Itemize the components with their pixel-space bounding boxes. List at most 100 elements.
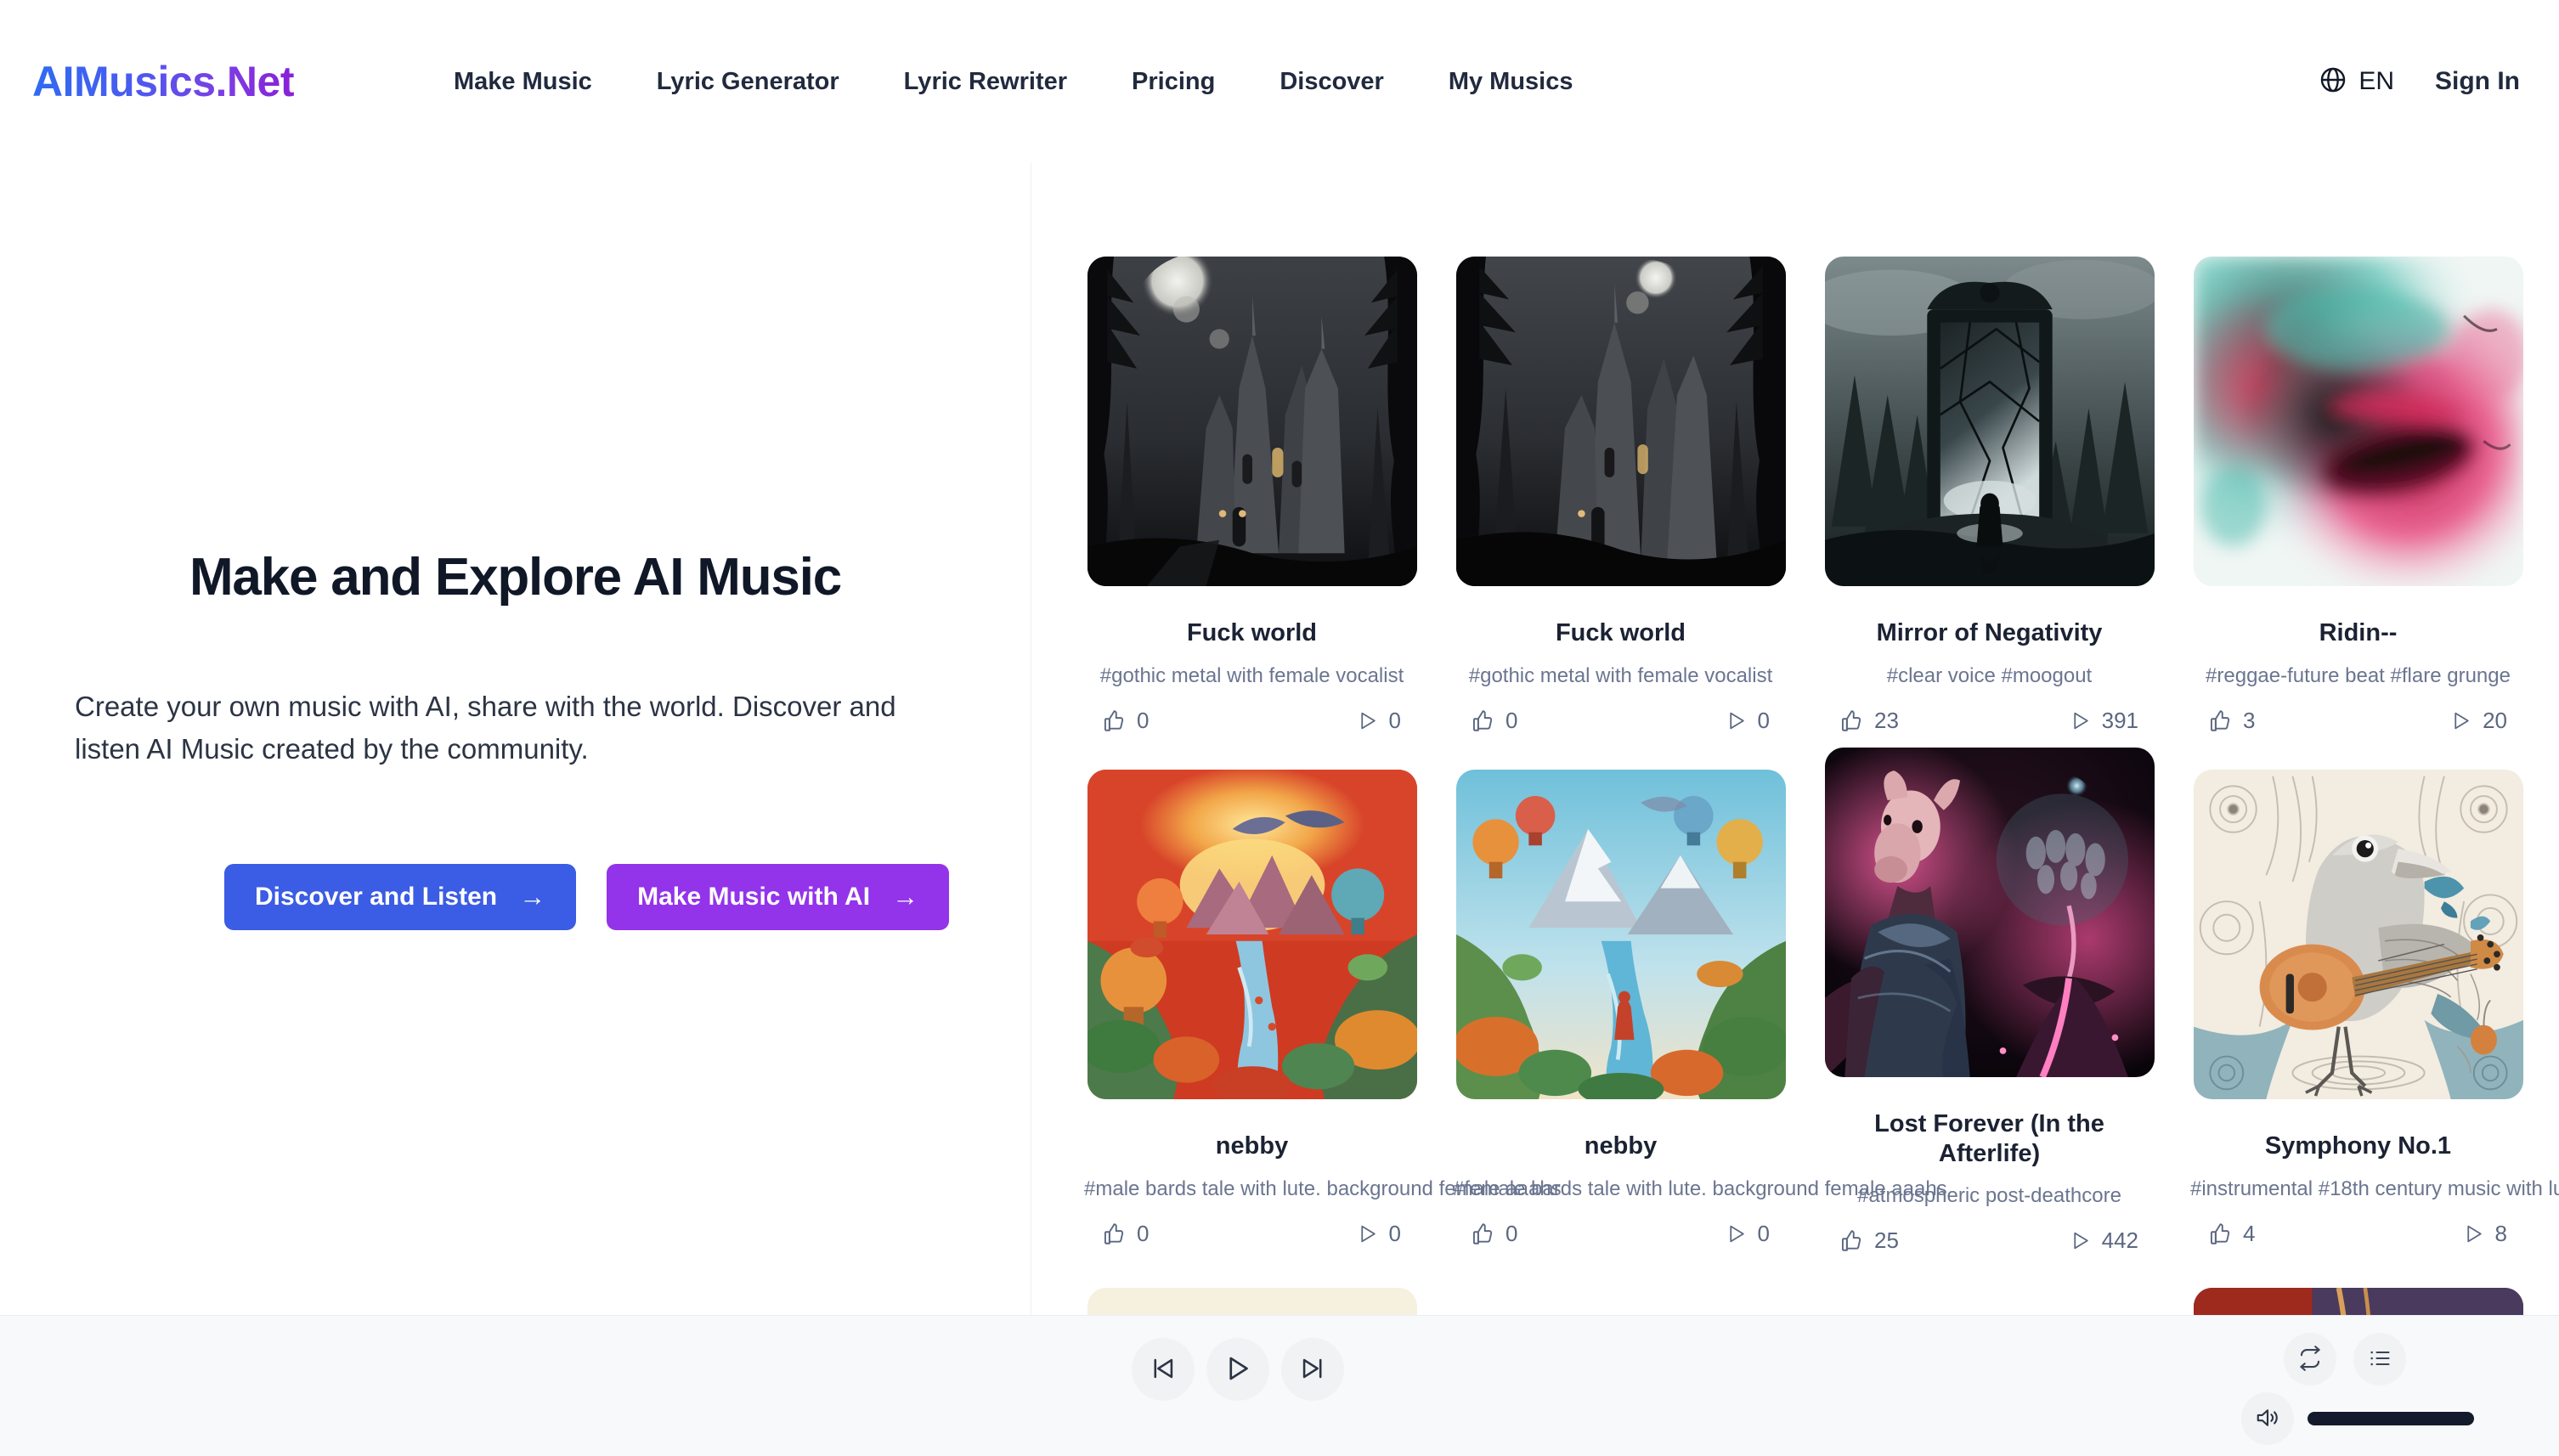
play-triangle-icon xyxy=(2070,710,2091,731)
discover-feed[interactable]: Fuck world #gothic metal with female voc… xyxy=(1031,163,2559,1315)
card-tags: #gothic metal with female vocalist xyxy=(1468,663,1773,687)
music-card[interactable]: nebby #female bards tale with lute. back… xyxy=(1438,769,1947,1255)
thumbs-up-icon xyxy=(1103,1222,1126,1245)
nav-item-lyric-rewriter[interactable]: Lyric Rewriter xyxy=(904,59,1067,104)
like-stat[interactable]: 4 xyxy=(2209,1221,2255,1247)
music-card[interactable]: Fuck world #gothic metal with female voc… xyxy=(1438,257,1804,734)
volume-slider-fill xyxy=(2308,1412,2474,1425)
play-triangle-icon xyxy=(2450,710,2471,731)
card-tags: #male bards tale with lute. background f… xyxy=(1084,1177,1562,1200)
play-stat[interactable]: 391 xyxy=(2070,708,2138,734)
music-card[interactable]: Fuck world #gothic metal with female voc… xyxy=(1069,257,1435,734)
album-art-camel-robes-pink[interactable] xyxy=(1824,747,2155,1077)
site-logo[interactable]: AIMusics.Net xyxy=(32,57,294,106)
play-stat[interactable]: 0 xyxy=(1357,708,1401,734)
play-stat[interactable]: 442 xyxy=(2070,1227,2138,1254)
album-art-partial[interactable] xyxy=(2193,1288,2523,1315)
card-stats: 23 391 xyxy=(1822,708,2157,734)
like-stat[interactable]: 0 xyxy=(1103,1221,1149,1247)
globe-icon xyxy=(2319,65,2347,99)
card-tags: #reggae-future beat #flare grunge xyxy=(2206,663,2511,687)
nav-item-discover[interactable]: Discover xyxy=(1280,59,1384,104)
like-stat[interactable]: 0 xyxy=(1103,708,1149,734)
album-art-broken-mirror-forest[interactable] xyxy=(1824,257,2155,586)
sign-in-button[interactable]: Sign In xyxy=(2435,67,2520,96)
like-count: 3 xyxy=(2243,707,2256,733)
album-art-surreal-valley-balloons[interactable] xyxy=(1087,769,1417,1099)
thumbs-up-icon xyxy=(1840,709,1863,732)
album-art-partial[interactable] xyxy=(1087,1288,1417,1315)
like-count: 23 xyxy=(1874,707,1899,733)
volume-slider[interactable] xyxy=(2308,1412,2474,1425)
music-card[interactable]: Symphony No.1 #instrumental #18th centur… xyxy=(2175,769,2559,1255)
play-count: 0 xyxy=(1757,1220,1770,1246)
next-track-button[interactable] xyxy=(1281,1338,1344,1401)
album-art-surreal-valley-mountain[interactable] xyxy=(1455,769,1786,1099)
thumbs-up-icon xyxy=(1472,709,1494,732)
site-header: AIMusics.Net Make Music Lyric Generator … xyxy=(0,0,2559,163)
album-art-gothic-castle-moon[interactable] xyxy=(1455,257,1786,586)
like-stat[interactable]: 0 xyxy=(1472,708,1517,734)
play-stat[interactable]: 8 xyxy=(2463,1221,2507,1247)
language-selector[interactable]: EN xyxy=(2319,65,2394,99)
thumbs-up-icon xyxy=(2209,1222,2232,1245)
nav-item-pricing[interactable]: Pricing xyxy=(1132,59,1215,104)
make-music-with-ai-button[interactable]: Make Music with AI → xyxy=(607,863,950,930)
previous-track-button[interactable] xyxy=(1132,1338,1195,1401)
music-card[interactable]: Mirror of Negativity #clear voice #moogo… xyxy=(1806,257,2172,734)
nav-item-make-music[interactable]: Make Music xyxy=(454,59,592,104)
music-card[interactable] xyxy=(1069,1288,1435,1315)
play-stat[interactable]: 0 xyxy=(1726,708,1770,734)
album-art-abstract-pink-teal[interactable] xyxy=(2193,257,2523,586)
music-card[interactable] xyxy=(1806,1288,2172,1315)
music-card[interactable]: Ridin-- #reggae-future beat #flare grung… xyxy=(2175,257,2541,734)
nav-item-lyric-generator[interactable]: Lyric Generator xyxy=(657,59,839,104)
card-title: Fuck world xyxy=(1555,619,1686,646)
card-title: nebby xyxy=(1215,1132,1289,1160)
play-icon xyxy=(1223,1353,1253,1386)
play-triangle-icon xyxy=(1726,1223,1747,1244)
album-art-bird-guitar-sketch[interactable] xyxy=(2193,769,2523,1099)
page-title: Make and Explore AI Music xyxy=(189,548,842,607)
music-card[interactable] xyxy=(1438,1288,1804,1315)
hero-subtitle: Create your own music with AI, share wit… xyxy=(75,690,896,765)
like-count: 0 xyxy=(1137,1220,1150,1246)
music-card[interactable]: Lost Forever (In the Afterlife) #atmosph… xyxy=(1806,747,2172,1255)
play-triangle-icon xyxy=(1357,710,1378,731)
card-title: Mirror of Negativity xyxy=(1876,619,2103,646)
queue-button[interactable] xyxy=(2353,1333,2406,1385)
play-triangle-icon xyxy=(2463,1223,2484,1244)
nav-item-my-musics[interactable]: My Musics xyxy=(1449,59,1573,104)
play-stat[interactable]: 0 xyxy=(1726,1221,1770,1247)
skip-back-icon xyxy=(1149,1354,1178,1385)
like-stat[interactable]: 0 xyxy=(1472,1221,1517,1247)
play-count: 0 xyxy=(1388,707,1401,733)
like-stat[interactable]: 23 xyxy=(1840,708,1899,734)
hero-section: Make and Explore AI Music Create your ow… xyxy=(0,163,1031,1315)
album-art-gothic-castle-moon[interactable] xyxy=(1087,257,1417,586)
play-button[interactable] xyxy=(1206,1338,1269,1401)
play-count: 20 xyxy=(2483,707,2507,733)
card-stats: 0 0 xyxy=(1453,1221,1788,1247)
card-stats: 25 442 xyxy=(1822,1227,2157,1254)
play-stat[interactable]: 20 xyxy=(2450,708,2507,734)
music-card[interactable]: nebby #male bards tale with lute. backgr… xyxy=(1069,769,1562,1255)
card-tags: #female bards tale with lute. background… xyxy=(1453,1177,1947,1200)
list-icon xyxy=(2368,1346,2392,1373)
play-stat[interactable]: 0 xyxy=(1357,1221,1401,1247)
discover-and-listen-button[interactable]: Discover and Listen → xyxy=(224,863,577,930)
music-card[interactable] xyxy=(2175,1288,2541,1315)
like-stat[interactable]: 25 xyxy=(1840,1227,1899,1254)
like-count: 25 xyxy=(1874,1227,1899,1254)
repeat-button[interactable] xyxy=(2284,1333,2336,1385)
card-stats: 0 0 xyxy=(1453,708,1788,734)
like-stat[interactable]: 3 xyxy=(2209,708,2255,734)
music-card-grid: Fuck world #gothic metal with female voc… xyxy=(1031,163,2559,1315)
card-tags: #instrumental #18th century music with l… xyxy=(2190,1177,2559,1200)
like-count: 0 xyxy=(1505,1220,1518,1246)
thumbs-up-icon xyxy=(1103,709,1126,732)
play-count: 0 xyxy=(1388,1220,1401,1246)
volume-button[interactable] xyxy=(2241,1392,2294,1445)
like-count: 4 xyxy=(2243,1220,2256,1246)
card-stats: 3 20 xyxy=(2190,708,2526,734)
